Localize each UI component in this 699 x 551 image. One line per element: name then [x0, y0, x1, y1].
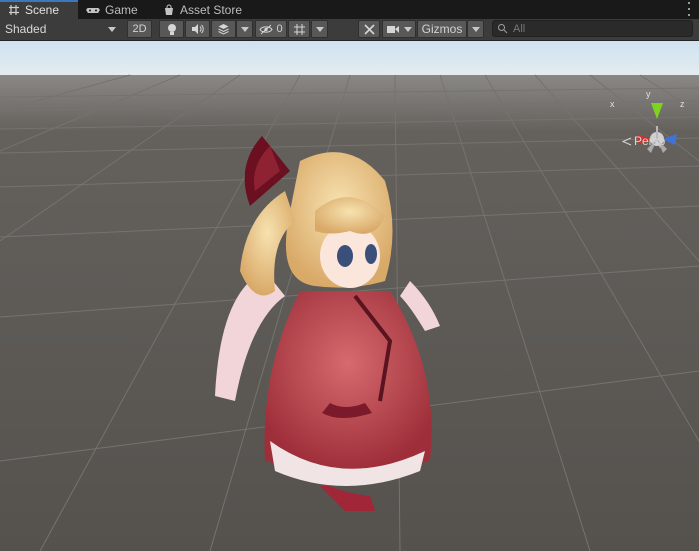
lighting-toggle-button[interactable] — [159, 20, 184, 38]
tab-game[interactable]: Game — [86, 0, 138, 19]
projection-toggle[interactable]: Persp — [622, 134, 665, 148]
scene-visibility-button[interactable]: 0 — [255, 20, 287, 38]
shading-mode-dropdown[interactable]: Shaded — [1, 20, 122, 38]
axis-label-z: z — [680, 99, 685, 109]
chevron-down-icon — [471, 26, 480, 32]
tab-scene[interactable]: Scene — [0, 0, 78, 19]
grid-icon — [9, 4, 19, 15]
scene-toolbar: Shaded 2D 0 Gizmos — [0, 19, 699, 41]
audio-toggle-button[interactable] — [185, 20, 210, 38]
scene-search-box[interactable] — [492, 20, 693, 37]
layers-icon — [218, 24, 229, 35]
eye-hidden-icon — [259, 24, 274, 34]
chevron-down-icon — [404, 26, 412, 32]
axis-label-x: x — [610, 99, 615, 109]
tab-label: Scene — [25, 2, 60, 17]
tools-icon — [363, 23, 375, 35]
chevron-down-icon — [315, 26, 324, 32]
shading-mode-value: Shaded — [5, 22, 47, 36]
more-options-icon[interactable] — [687, 2, 691, 16]
grid-toggle-button[interactable] — [288, 20, 310, 38]
gamepad-icon — [86, 7, 100, 13]
search-icon — [498, 24, 508, 34]
chevron-down-icon — [108, 26, 116, 32]
projection-label: Persp — [634, 134, 666, 148]
axis-label-y: y — [646, 89, 651, 99]
lightbulb-icon — [167, 23, 176, 35]
search-input[interactable] — [513, 22, 683, 35]
toggle-2d-button[interactable]: 2D — [127, 20, 152, 38]
tab-bar: Scene Game Asset Store — [0, 0, 699, 19]
grid-dropdown-button[interactable] — [311, 20, 328, 38]
gizmos-button[interactable]: Gizmos — [417, 20, 467, 38]
camera-settings-button[interactable] — [382, 20, 416, 38]
tab-label: Asset Store — [180, 2, 243, 17]
shopping-bag-icon — [165, 4, 173, 15]
gizmos-label: Gizmos — [421, 22, 463, 36]
camera-icon — [387, 26, 399, 33]
perspective-icon — [622, 137, 632, 145]
tab-asset-store[interactable]: Asset Store — [163, 0, 242, 19]
scene-viewport[interactable]: y x z Persp — [0, 41, 699, 551]
tab-label: Game — [105, 2, 138, 17]
gizmos-dropdown-button[interactable] — [467, 20, 484, 38]
grid-icon — [293, 23, 305, 35]
chevron-down-icon — [240, 26, 249, 32]
toggle-2d-label: 2D — [132, 23, 147, 35]
speaker-icon — [192, 24, 204, 34]
effects-toggle-button[interactable] — [211, 20, 236, 38]
tools-button[interactable] — [358, 20, 380, 38]
y-axis-cone[interactable] — [651, 103, 663, 119]
hidden-object-count: 0 — [276, 23, 283, 35]
effects-dropdown-button[interactable] — [236, 20, 253, 38]
sky — [0, 41, 699, 75]
